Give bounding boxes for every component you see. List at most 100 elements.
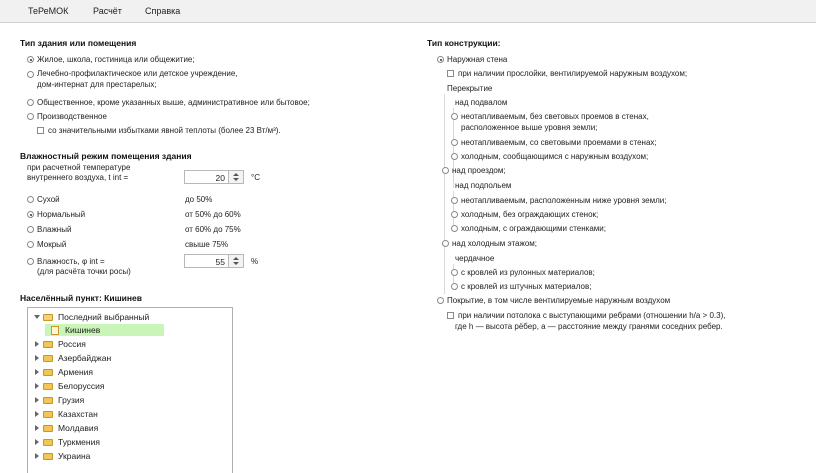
humidity-title: Влажностный режим помещения здания bbox=[20, 151, 192, 161]
humidity-value: 55 bbox=[215, 257, 225, 267]
radio-industrial[interactable] bbox=[27, 113, 34, 120]
tree-item[interactable]: Молдавия bbox=[28, 422, 228, 434]
expanded-arrow-icon[interactable] bbox=[34, 315, 40, 319]
locality-tree: Последний выбранный Кишинев Россия Азерб… bbox=[27, 307, 233, 473]
checkbox-ventilated-layer[interactable] bbox=[447, 70, 454, 77]
tree-item-label: Казахстан bbox=[58, 409, 98, 419]
radio-cover[interactable] bbox=[437, 297, 444, 304]
tree-item[interactable]: Грузия bbox=[28, 394, 228, 406]
collapsed-arrow-icon[interactable] bbox=[35, 397, 39, 403]
temp-stepper[interactable]: 20 bbox=[184, 170, 244, 184]
label-over-cold-floor: над холодным этажом; bbox=[452, 239, 537, 248]
label-over-passage: над проездом; bbox=[452, 166, 506, 175]
collapsed-arrow-icon[interactable] bbox=[35, 425, 39, 431]
temp-stepper-arrows[interactable] bbox=[228, 171, 243, 183]
radio-over-passage[interactable] bbox=[442, 167, 449, 174]
folder-icon bbox=[43, 369, 53, 376]
mode-wet-range: свыше 75% bbox=[185, 240, 229, 249]
radio-basement-1[interactable] bbox=[451, 113, 458, 120]
mode-normal-range: от 50% до 60% bbox=[185, 210, 241, 219]
radio-basement-3[interactable] bbox=[451, 153, 458, 160]
menu-item-teremok[interactable]: ТеРеМОК bbox=[28, 6, 68, 16]
label-medical-2: дом-интернат для престарелых; bbox=[37, 80, 157, 89]
tree-item[interactable]: Азербайджан bbox=[28, 352, 228, 364]
radio-public[interactable] bbox=[27, 99, 34, 106]
radio-dry[interactable] bbox=[27, 196, 34, 203]
radio-basement-2[interactable] bbox=[451, 139, 458, 146]
folder-icon bbox=[43, 383, 53, 390]
document-icon bbox=[51, 326, 59, 335]
radio-attic-2[interactable] bbox=[451, 283, 458, 290]
locality-title: Населённый пункт: Кишинев bbox=[20, 293, 142, 303]
menu-item-help[interactable]: Справка bbox=[145, 6, 180, 16]
collapsed-arrow-icon[interactable] bbox=[35, 453, 39, 459]
tree-item[interactable]: Казахстан bbox=[28, 408, 228, 420]
tree-item-label: Азербайджан bbox=[58, 353, 112, 363]
tree-item[interactable]: Армения bbox=[28, 366, 228, 378]
radio-underground-1[interactable] bbox=[451, 197, 458, 204]
radio-outer-wall[interactable] bbox=[437, 56, 444, 63]
folder-icon bbox=[43, 439, 53, 446]
temp-label-1: при расчетной температуре bbox=[27, 163, 131, 172]
folder-icon bbox=[43, 397, 53, 404]
radio-underground-2[interactable] bbox=[451, 211, 458, 218]
collapsed-arrow-icon[interactable] bbox=[35, 355, 39, 361]
folder-icon bbox=[43, 425, 53, 432]
tree-item[interactable]: Россия bbox=[28, 338, 228, 350]
tree-item-label: Белоруссия bbox=[58, 381, 105, 391]
arrow-down-icon[interactable] bbox=[233, 178, 239, 181]
folder-icon bbox=[43, 411, 53, 418]
radio-over-cold-floor[interactable] bbox=[442, 240, 449, 247]
radio-underground-3[interactable] bbox=[451, 225, 458, 232]
tree-guide-line bbox=[444, 94, 445, 294]
construction-title: Тип конструкции: bbox=[427, 38, 501, 48]
tree-item-selected[interactable]: Кишинев bbox=[28, 324, 228, 336]
building-type-title: Тип здания или помещения bbox=[20, 38, 137, 48]
mode-dry: Сухой bbox=[37, 195, 60, 204]
radio-wet[interactable] bbox=[27, 241, 34, 248]
radio-humid[interactable] bbox=[27, 226, 34, 233]
temp-label-2: внутреннего воздуха, t int = bbox=[27, 173, 129, 182]
tree-root[interactable]: Последний выбранный bbox=[28, 311, 228, 323]
label-heat-excess: со значительными избытками явной теплоты… bbox=[48, 126, 281, 135]
tree-item[interactable]: Белоруссия bbox=[28, 380, 228, 392]
folder-icon bbox=[43, 355, 53, 362]
label-basement-1a: неотапливаемым, без световых проемов в с… bbox=[461, 112, 649, 121]
menu-bar: ТеРеМОК Расчёт Справка bbox=[0, 0, 816, 23]
label-attic-2: с кровлей из штучных материалов; bbox=[461, 282, 592, 291]
tree-item-label: Украина bbox=[58, 451, 91, 461]
radio-residential[interactable] bbox=[27, 56, 34, 63]
tree-item-label: Туркмения bbox=[58, 437, 100, 447]
temp-unit: °C bbox=[251, 173, 260, 182]
label-residential: Жилое, школа, гостиница или общежитие; bbox=[37, 55, 195, 64]
radio-humidity[interactable] bbox=[27, 258, 34, 265]
collapsed-arrow-icon[interactable] bbox=[35, 411, 39, 417]
arrow-up-icon[interactable] bbox=[233, 173, 239, 176]
label-medical: Лечебно-профилактическое или детское учр… bbox=[37, 69, 238, 78]
tree-item[interactable]: Украина bbox=[28, 450, 228, 462]
menu-item-calculation[interactable]: Расчёт bbox=[93, 6, 122, 16]
collapsed-arrow-icon[interactable] bbox=[35, 369, 39, 375]
tree-item-label: Армения bbox=[58, 367, 94, 377]
checkbox-ribbed-ceiling[interactable] bbox=[447, 312, 454, 319]
label-ribbed-ceiling-2: где h — высота рёбер, a — расстояние меж… bbox=[455, 322, 723, 331]
folder-icon bbox=[43, 341, 53, 348]
humidity-stepper[interactable]: 55 bbox=[184, 254, 244, 268]
humidity-stepper-arrows[interactable] bbox=[228, 255, 243, 267]
collapsed-arrow-icon[interactable] bbox=[35, 383, 39, 389]
radio-attic-1[interactable] bbox=[451, 269, 458, 276]
mode-dry-range: до 50% bbox=[185, 195, 213, 204]
arrow-up-icon[interactable] bbox=[233, 257, 239, 260]
tree-item[interactable]: Туркмения bbox=[28, 436, 228, 448]
label-basement-2: неотапливаемым, со световыми проемами в … bbox=[461, 138, 657, 147]
checkbox-heat-excess[interactable] bbox=[37, 127, 44, 134]
humidity-label-1: Влажность, φ int = bbox=[37, 257, 105, 266]
label-underground-1: неотапливаемым, расположенным ниже уровн… bbox=[461, 196, 667, 205]
radio-medical[interactable] bbox=[27, 71, 34, 78]
collapsed-arrow-icon[interactable] bbox=[35, 341, 39, 347]
arrow-down-icon[interactable] bbox=[233, 262, 239, 265]
label-ribbed-ceiling-1: при наличии потолока с выступающими ребр… bbox=[458, 311, 726, 320]
humidity-unit: % bbox=[251, 257, 259, 266]
radio-normal[interactable] bbox=[27, 211, 34, 218]
collapsed-arrow-icon[interactable] bbox=[35, 439, 39, 445]
